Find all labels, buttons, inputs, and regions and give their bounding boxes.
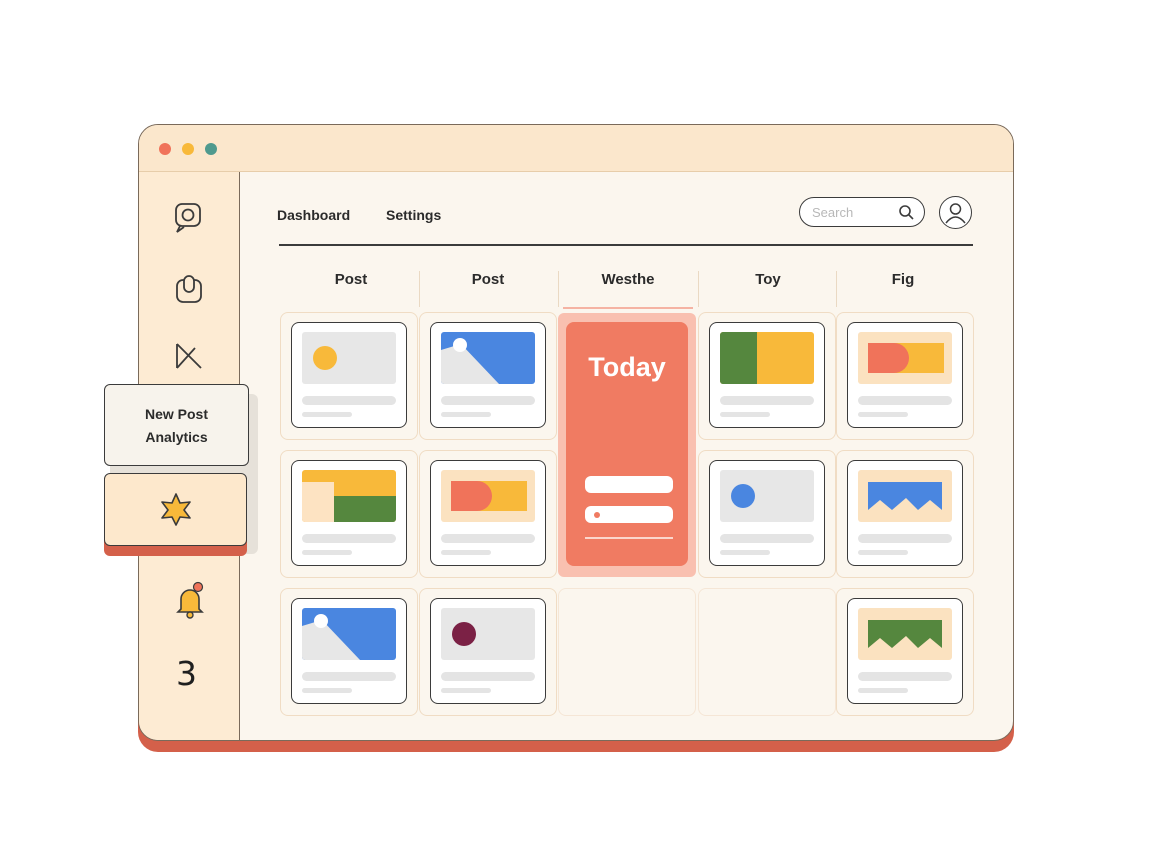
today-column[interactable]: Today <box>558 313 696 577</box>
today-title: Today <box>588 352 666 382</box>
app-window: Dashboard Settings Search Post Post West… <box>138 124 1014 752</box>
calendar-cell[interactable] <box>419 588 557 716</box>
today-card[interactable]: Today <box>566 322 688 566</box>
post-title-placeholder <box>858 534 952 543</box>
calendar-cell[interactable] <box>836 588 974 716</box>
chat-bubble-icon[interactable] <box>173 202 205 234</box>
post-card[interactable] <box>847 322 963 428</box>
post-title-placeholder <box>302 672 396 681</box>
post-card[interactable] <box>291 598 407 704</box>
calendar-cell-empty[interactable] <box>558 588 696 716</box>
post-meta-placeholder <box>441 688 491 693</box>
post-card[interactable] <box>847 598 963 704</box>
post-title-placeholder <box>720 396 814 405</box>
popover-item-analytics[interactable]: Analytics <box>105 429 248 445</box>
post-thumbnail <box>858 332 952 384</box>
calendar-cell-empty[interactable] <box>698 588 836 716</box>
post-title-placeholder <box>302 396 396 405</box>
window-body: Dashboard Settings Search Post Post West… <box>138 124 1014 741</box>
post-thumbnail <box>858 470 952 522</box>
post-title-placeholder <box>441 672 535 681</box>
mouse-icon[interactable] <box>173 274 205 306</box>
calendar-cell[interactable] <box>698 450 836 578</box>
user-icon <box>945 203 966 224</box>
post-thumbnail <box>720 470 814 522</box>
column-header: Toy <box>755 271 781 288</box>
column-separator <box>558 271 559 307</box>
post-meta-placeholder <box>720 550 770 555</box>
post-thumbnail <box>441 332 535 384</box>
post-meta-placeholder <box>858 412 908 417</box>
minimize-window-dot[interactable] <box>182 143 194 155</box>
post-meta-placeholder <box>441 550 491 555</box>
calendar-cell[interactable] <box>698 312 836 440</box>
today-input-bar[interactable] <box>585 506 673 523</box>
today-bar <box>585 476 673 493</box>
post-card[interactable] <box>291 460 407 566</box>
post-card[interactable] <box>847 460 963 566</box>
post-meta-placeholder <box>302 412 352 417</box>
post-meta-placeholder <box>720 412 770 417</box>
maximize-window-dot[interactable] <box>205 143 217 155</box>
column-separator <box>836 271 837 307</box>
search-placeholder: Search <box>812 205 854 220</box>
post-meta-placeholder <box>858 688 908 693</box>
user-avatar[interactable] <box>939 196 972 229</box>
post-title-placeholder <box>441 396 535 405</box>
column-header: Post <box>471 271 505 288</box>
post-title-placeholder <box>720 534 814 543</box>
post-thumbnail <box>302 608 396 660</box>
post-thumbnail <box>441 470 535 522</box>
popover-item-new-post[interactable]: New Post <box>105 406 248 422</box>
calendar-cell[interactable] <box>836 450 974 578</box>
column-header: Fig <box>891 271 915 288</box>
notification-count: 3 <box>176 654 197 693</box>
close-window-dot[interactable] <box>159 143 171 155</box>
column-header: Post <box>334 271 368 288</box>
post-thumbnail <box>302 332 396 384</box>
nav-dashboard-link[interactable]: Dashboard <box>277 207 350 223</box>
calendar-cell[interactable] <box>419 450 557 578</box>
title-bar <box>139 125 1013 172</box>
post-card[interactable] <box>291 322 407 428</box>
bell-icon[interactable] <box>173 581 205 619</box>
column-header: Westhe <box>601 271 655 288</box>
post-thumbnail <box>441 608 535 660</box>
calendar-cell[interactable] <box>280 450 418 578</box>
today-underline <box>585 537 673 539</box>
star-tile[interactable] <box>104 473 247 546</box>
post-card[interactable] <box>709 460 825 566</box>
post-title-placeholder <box>302 534 396 543</box>
post-card[interactable] <box>430 460 546 566</box>
today-column-underline <box>563 307 693 309</box>
calendar-cell[interactable] <box>280 588 418 716</box>
column-separator <box>698 271 699 307</box>
post-thumbnail <box>302 470 396 522</box>
nav-settings-link[interactable]: Settings <box>386 207 441 223</box>
column-separator <box>419 271 420 307</box>
search-icon <box>899 205 914 220</box>
post-title-placeholder <box>858 672 952 681</box>
calendar-cell[interactable] <box>836 312 974 440</box>
header-divider <box>279 244 973 246</box>
popover-menu[interactable]: New Post Analytics <box>104 384 249 466</box>
post-card[interactable] <box>709 322 825 428</box>
send-icon[interactable] <box>173 340 205 372</box>
post-meta-placeholder <box>302 550 352 555</box>
post-title-placeholder <box>858 396 952 405</box>
post-thumbnail <box>858 608 952 660</box>
star-icon <box>161 493 191 526</box>
post-meta-placeholder <box>441 412 491 417</box>
calendar-cell[interactable] <box>419 312 557 440</box>
post-title-placeholder <box>441 534 535 543</box>
post-thumbnail <box>720 332 814 384</box>
post-meta-placeholder <box>302 688 352 693</box>
post-card[interactable] <box>430 322 546 428</box>
post-meta-placeholder <box>858 550 908 555</box>
post-card[interactable] <box>430 598 546 704</box>
calendar-cell[interactable] <box>280 312 418 440</box>
search-input[interactable]: Search <box>799 197 925 227</box>
